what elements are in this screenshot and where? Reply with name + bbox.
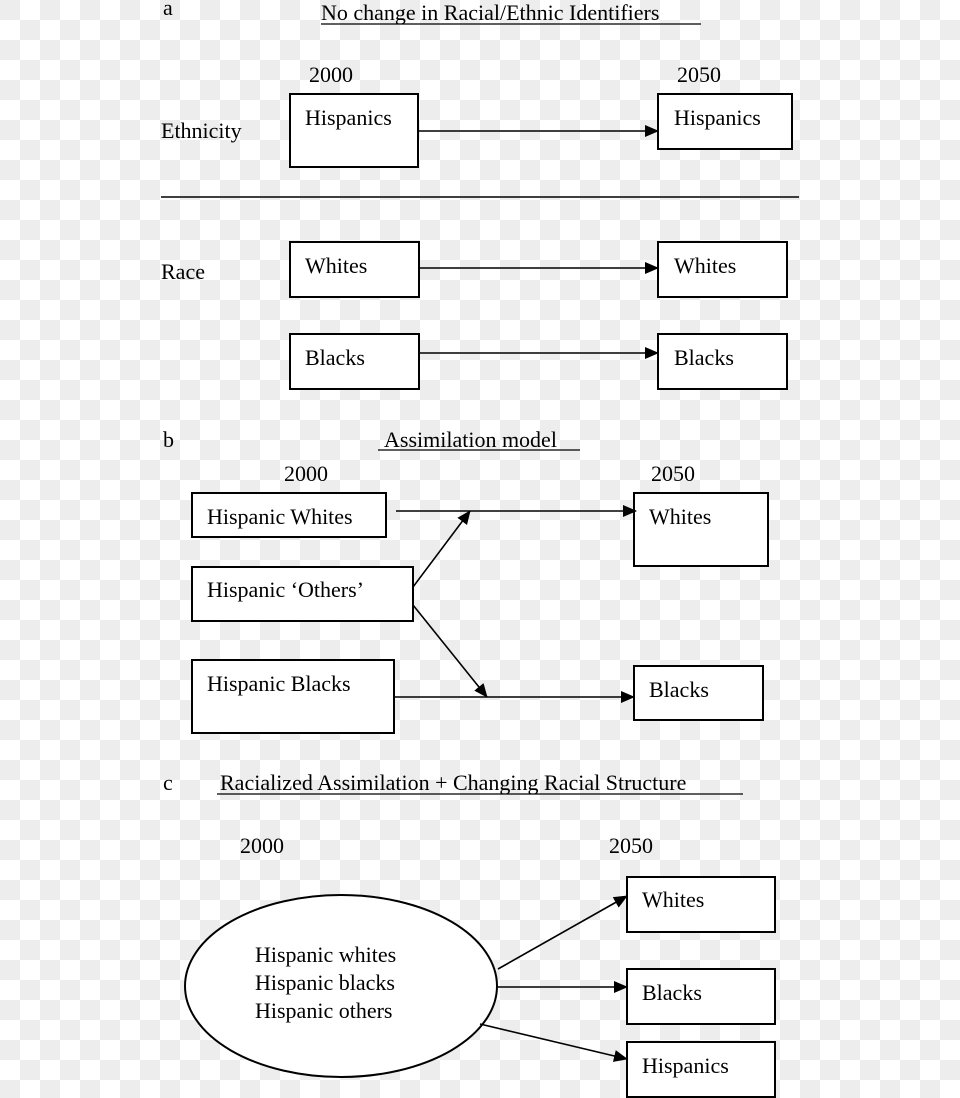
others-to-blacks-arrow: [412, 604, 488, 698]
c-hispanics-2050-label: Hispanics: [642, 1053, 729, 1078]
race-whites-2000-label: Whites: [305, 253, 367, 278]
group-item-hispanic-blacks: Hispanic blacks: [255, 970, 395, 995]
panel-b-letter: b: [163, 427, 174, 452]
group-item-hispanic-whites: Hispanic whites: [255, 942, 396, 967]
race-blacks-2000-label: Blacks: [305, 345, 365, 370]
b-whites-2050-label: Whites: [649, 504, 711, 529]
race-row-label: Race: [161, 259, 205, 284]
c-whites-2050-label: Whites: [642, 887, 704, 912]
hispanic-others-label: Hispanic ‘Others’: [207, 577, 364, 602]
panel-b-year-2050: 2050: [651, 461, 695, 486]
panel-b: b Assimilation model 2000 2050 Hispanic …: [163, 427, 769, 734]
b-blacks-2050-label: Blacks: [649, 677, 709, 702]
c-blacks-2050-label: Blacks: [642, 980, 702, 1005]
panel-a-letter: a: [163, 0, 173, 20]
hispanic-blacks-label: Hispanic Blacks: [207, 671, 351, 696]
race-blacks-2050-label: Blacks: [674, 345, 734, 370]
hispanic-whites-label: Hispanic Whites: [207, 504, 353, 529]
panel-b-year-2000: 2000: [284, 461, 328, 486]
race-whites-2050-label: Whites: [674, 253, 736, 278]
panel-a-title: No change in Racial/Ethnic Identifiers: [321, 0, 659, 25]
racial-identity-diagram: a No change in Racial/Ethnic Identifiers…: [161, 0, 799, 1098]
ethnicity-2050-label: Hispanics: [674, 105, 761, 130]
ethnicity-row-label: Ethnicity: [161, 118, 242, 143]
panel-c: c Racialized Assimilation + Changing Rac…: [163, 770, 776, 1098]
group-item-hispanic-others: Hispanic others: [255, 998, 392, 1023]
panel-a-year-2000: 2000: [309, 62, 353, 87]
panel-c-letter: c: [163, 770, 173, 795]
panel-c-year-2050: 2050: [609, 833, 653, 858]
group-to-hispanics-arrow: [479, 1023, 628, 1062]
panel-a: a No change in Racial/Ethnic Identifiers…: [161, 0, 799, 390]
panel-c-year-2000: 2000: [240, 833, 284, 858]
ethnicity-2000-label: Hispanics: [305, 105, 392, 130]
panel-c-title: Racialized Assimilation + Changing Racia…: [220, 770, 686, 795]
others-to-whites-arrow: [412, 510, 471, 588]
panel-a-year-2050: 2050: [677, 62, 721, 87]
group-to-whites-arrow: [497, 895, 628, 970]
panel-b-title: Assimilation model: [384, 427, 557, 452]
